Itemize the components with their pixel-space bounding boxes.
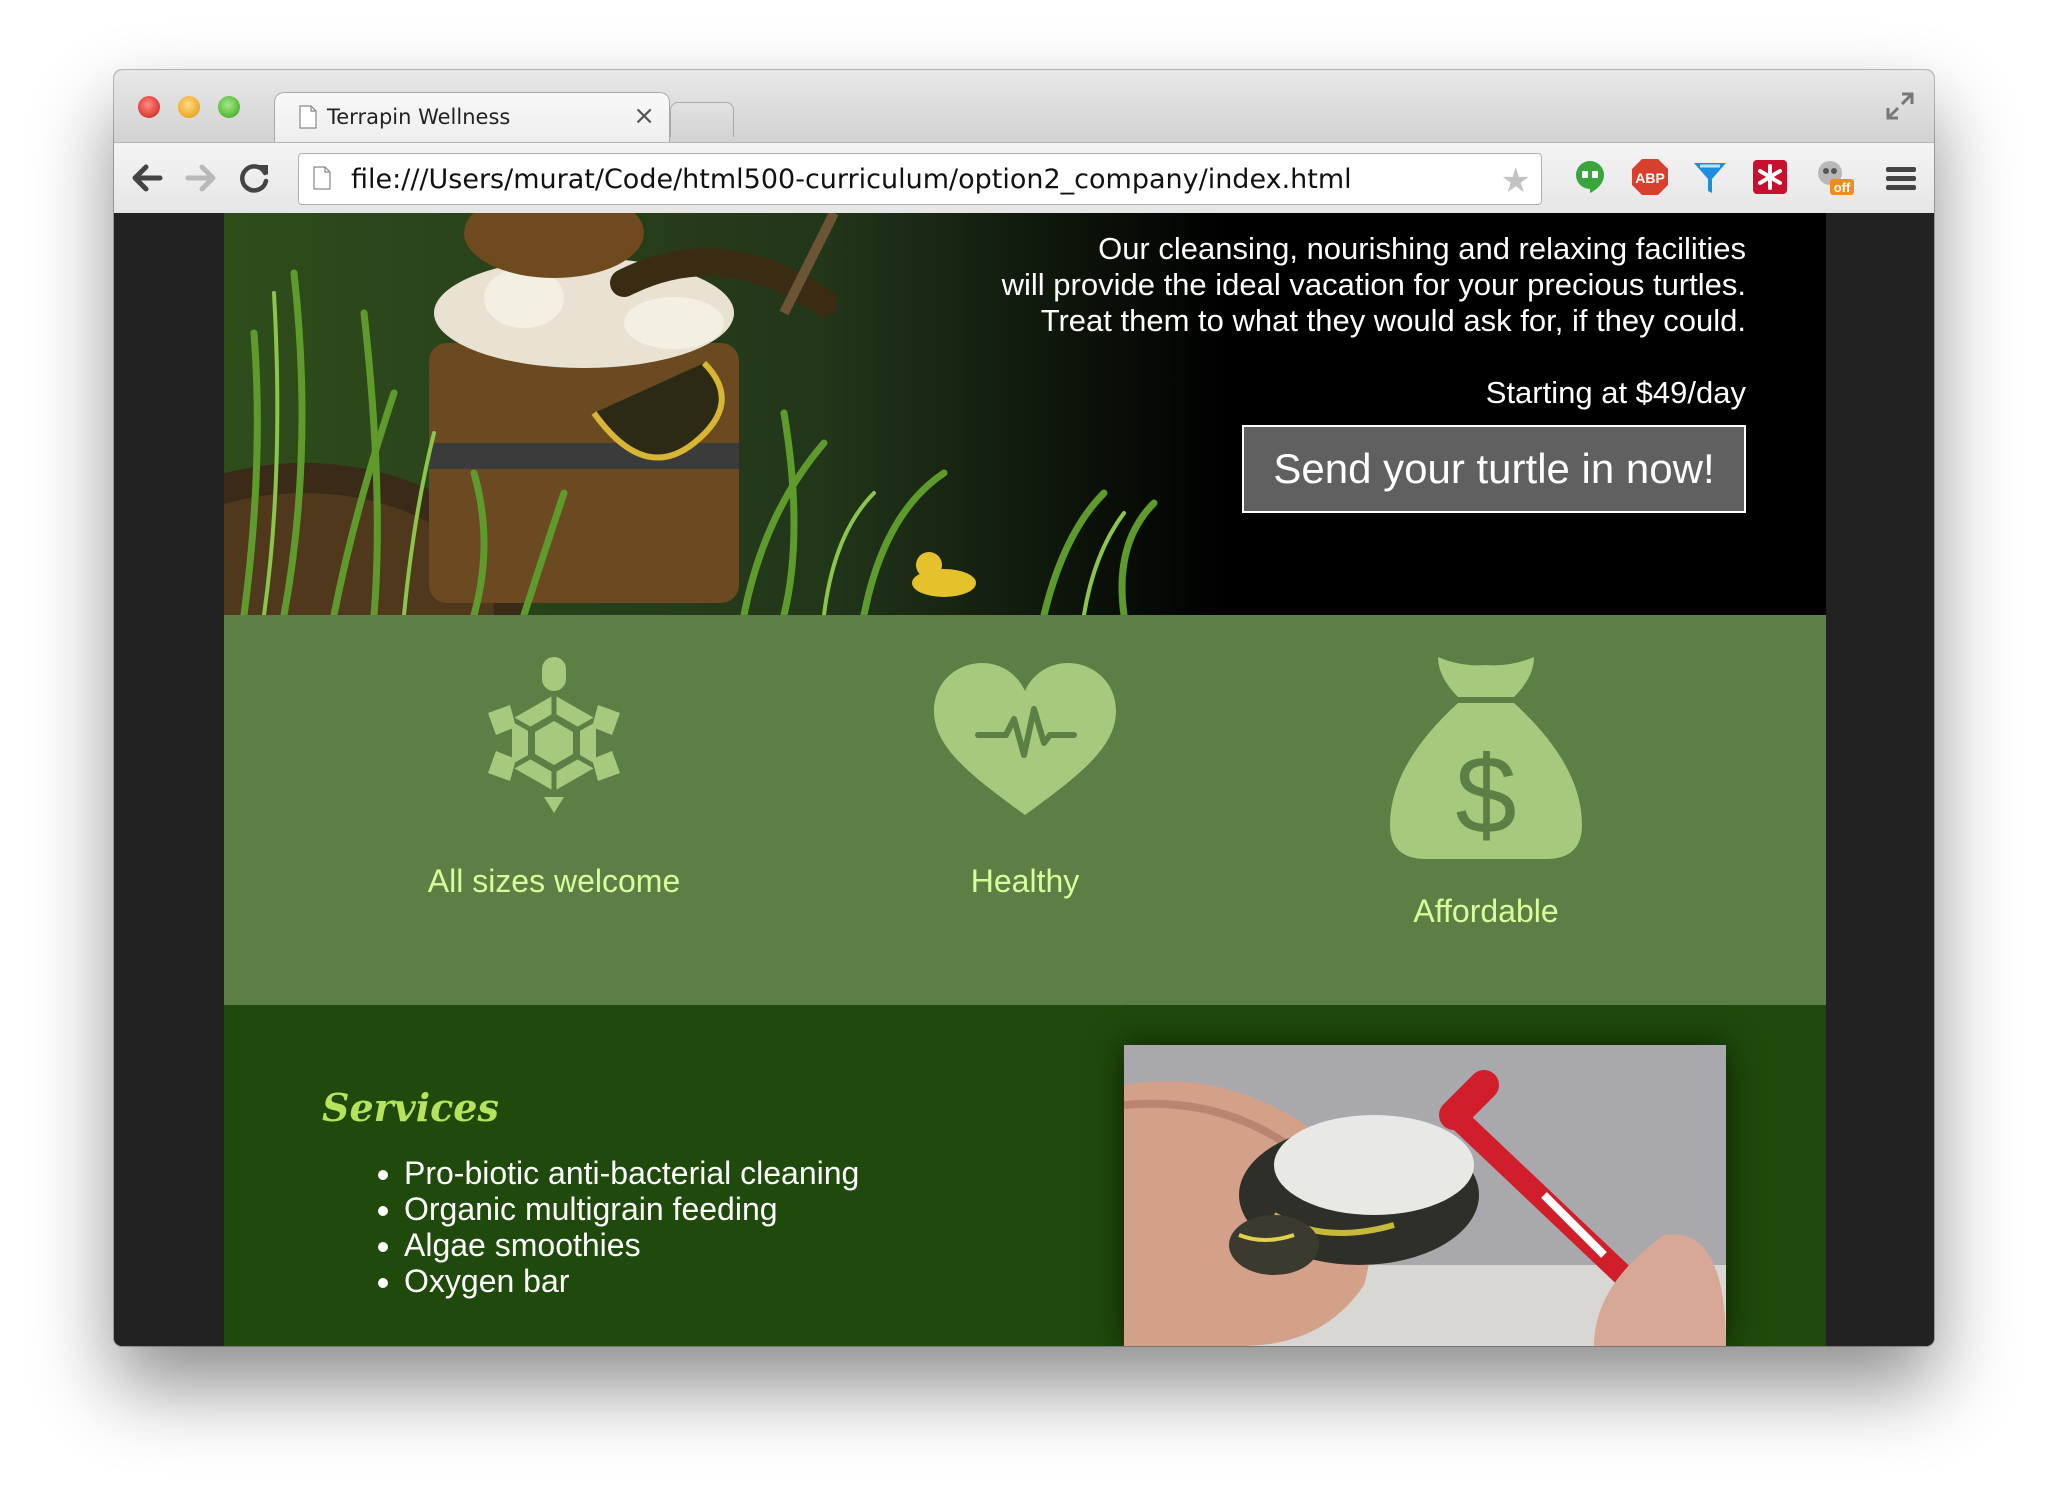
tab-title: Terrapin Wellness <box>327 105 511 129</box>
close-window-button[interactable] <box>138 96 160 118</box>
hero-line-2: will provide the ideal vacation for your… <box>1001 267 1746 302</box>
page-content: Our cleansing, nourishing and relaxing f… <box>224 213 1826 1346</box>
page-viewport[interactable]: Our cleansing, nourishing and relaxing f… <box>114 213 1934 1346</box>
feature-label: Healthy <box>970 863 1080 899</box>
hero-line-1: Our cleansing, nourishing and relaxing f… <box>1098 231 1746 266</box>
list-item: Algae smoothies <box>404 1227 859 1263</box>
list-item: Pro-biotic anti-bacterial cleaning <box>404 1155 859 1191</box>
list-item: Oxygen bar <box>404 1263 859 1299</box>
svg-text:off: off <box>1834 180 1851 195</box>
adblock-plus-icon[interactable]: ABP <box>1630 157 1670 197</box>
new-tab-button[interactable] <box>670 102 734 137</box>
extension-funnel-icon[interactable] <box>1690 157 1730 197</box>
fullscreen-icon[interactable] <box>1884 90 1916 122</box>
price-text: Starting at $49/day <box>1485 375 1746 410</box>
services-title: Services <box>322 1085 499 1130</box>
feature-affordable: $ Affordable <box>1256 655 1716 930</box>
list-item: Organic multigrain feeding <box>404 1191 859 1227</box>
browser-window: Terrapin Wellness × file:///Users/murat/… <box>114 70 1934 1346</box>
tab-terrapin-wellness[interactable]: Terrapin Wellness × <box>274 92 670 143</box>
feature-label: Affordable <box>1413 893 1559 929</box>
svg-text:ABP: ABP <box>1635 170 1665 186</box>
address-bar[interactable]: file:///Users/murat/Code/html500-curricu… <box>298 153 1542 205</box>
zoom-window-button[interactable] <box>218 96 240 118</box>
hangouts-icon[interactable] <box>1570 157 1610 197</box>
minimize-window-button[interactable] <box>178 96 200 118</box>
back-arrow-icon[interactable] <box>128 159 166 197</box>
lastpass-icon[interactable] <box>1750 157 1790 197</box>
reload-icon[interactable] <box>236 159 274 197</box>
services-list: Pro-biotic anti-bacterial cleaning Organ… <box>364 1155 859 1299</box>
feature-label: All sizes welcome <box>427 863 681 899</box>
address-text: file:///Users/murat/Code/html500-curricu… <box>351 164 1352 195</box>
tab-close-icon[interactable]: × <box>633 101 655 131</box>
features-section: All sizes welcome Healthy $ Affordable <box>224 615 1826 1005</box>
bookmark-star-icon[interactable]: ★ <box>1501 161 1531 201</box>
turtle-toothbrush-photo <box>1124 1045 1726 1346</box>
hero-section: Our cleansing, nourishing and relaxing f… <box>224 213 1826 615</box>
services-section: Services Pro-biotic anti-bacterial clean… <box>224 1005 1826 1346</box>
heartbeat-icon <box>934 663 1116 815</box>
turtle-icon <box>488 657 620 813</box>
feature-healthy: Healthy <box>795 655 1255 900</box>
browser-toolbar: file:///Users/murat/Code/html500-curricu… <box>114 142 1934 214</box>
feature-all-sizes: All sizes welcome <box>324 655 784 900</box>
hero-line-3: Treat them to what they would ask for, i… <box>1040 303 1746 338</box>
money-bag-icon: $ <box>1390 657 1582 859</box>
off-toggle-extension-icon[interactable]: off <box>1814 157 1854 197</box>
send-turtle-button[interactable]: Send your turtle in now! <box>1242 425 1746 513</box>
forward-arrow-icon[interactable] <box>182 159 220 197</box>
hero-copy: Our cleansing, nourishing and relaxing f… <box>886 231 1746 411</box>
page-icon <box>299 105 317 129</box>
title-bar: Terrapin Wellness × <box>114 70 1934 143</box>
page-icon <box>313 166 331 190</box>
menu-icon[interactable] <box>1884 165 1918 193</box>
svg-text:$: $ <box>1455 734 1516 857</box>
